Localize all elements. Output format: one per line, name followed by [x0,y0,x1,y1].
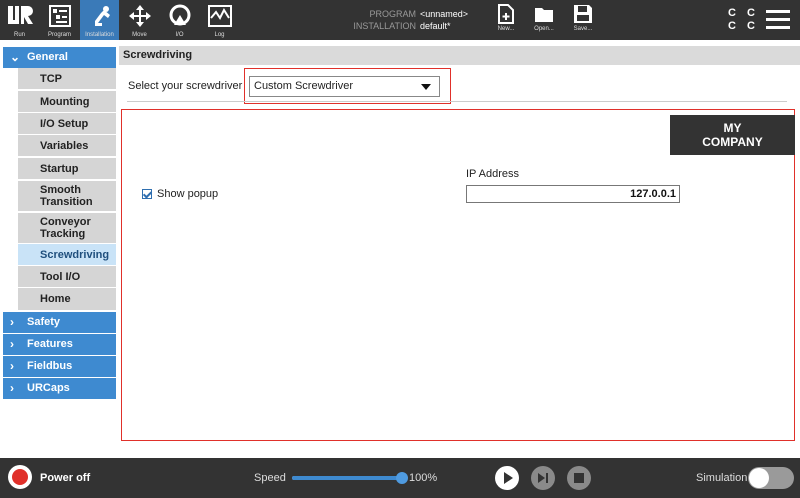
sidebar-section-label: Features [27,338,73,350]
program-key: PROGRAM [369,9,416,19]
sidebar-item-conveyor-tracking[interactable]: Conveyor Tracking [18,213,116,243]
nav-run-label: Run [13,32,25,38]
nav-io-label: I/O [175,32,184,38]
sidebar-section-urcaps[interactable]: › URCaps [3,378,116,399]
sidebar-item-label: Screwdriving [40,248,110,261]
speed-label: Speed [254,472,286,484]
sidebar-item-label: Conveyor Tracking [40,216,91,240]
sidebar-item-startup[interactable]: Startup [18,158,116,179]
io-icon [169,4,190,26]
open-button[interactable]: Open... [527,4,561,38]
save-label: Save... [573,26,593,32]
stop-button[interactable] [567,466,591,490]
top-bar: Run Program Installation Move I/O Log PR… [0,0,800,40]
nav-log-label: Log [214,32,225,38]
sidebar-item-variables[interactable]: Variables [18,135,116,156]
menu-icon[interactable] [766,10,790,30]
sidebar-section-fieldbus[interactable]: › Fieldbus [3,356,116,377]
sidebar-section-general[interactable]: ⌄ General [3,47,116,68]
nav-io-button[interactable]: I/O [160,0,199,40]
installation-name: default* [420,21,451,31]
nav-program-button[interactable]: Program [40,0,79,40]
open-label: Open... [534,26,554,32]
sidebar-item-label: I/O Setup [40,117,89,130]
sidebar-item-label: Smooth Transition [40,184,93,208]
nav-installation-button[interactable]: Installation [80,0,119,40]
sidebar-item-screwdriving[interactable]: Screwdriving [18,244,116,265]
program-icon [48,5,71,27]
sidebar-section-label: General [27,51,68,63]
speed-slider-fill [292,476,402,480]
sidebar-item-tcp[interactable]: TCP [18,68,116,89]
caret-down-icon [421,84,431,90]
sidebar: ⌄ General TCP Mounting I/O Setup Variabl… [0,45,117,455]
sidebar-item-label: Mounting [40,95,90,108]
screwdriver-select-value: Custom Screwdriver [254,80,354,92]
save-icon [574,5,592,23]
sidebar-item-label: Startup [40,162,79,175]
new-label: New... [497,26,515,32]
chevron-down-icon: ⌄ [10,50,21,64]
nav-move-label: Move [132,32,147,38]
move-icon [128,5,151,27]
log-icon [207,5,232,27]
sidebar-section-label: URCaps [27,382,70,394]
sidebar-item-label: TCP [40,72,62,85]
program-name: <unnamed> [420,9,469,19]
speed-slider[interactable] [292,472,408,484]
sidebar-item-tool-io[interactable]: Tool I/O [18,266,116,287]
installation-key: INSTALLATION [353,21,416,31]
chevron-right-icon: › [10,381,14,395]
save-button[interactable]: Save... [566,4,600,38]
screwdriver-select-label: Select your screwdriver [128,80,243,92]
speed-slider-handle[interactable] [396,472,408,484]
new-button[interactable]: New... [489,4,523,38]
ur-logo-icon [7,6,33,24]
nav-run-button[interactable]: Run [0,0,39,40]
sidebar-item-mounting[interactable]: Mounting [18,91,116,112]
program-info: PROGRAM <unnamed> INSTALLATION default* [330,8,468,32]
screwdriver-select[interactable]: Custom Screwdriver [249,76,440,97]
bottom-bar: Power off Speed 100% Simulation [0,458,800,498]
new-file-icon [498,4,514,24]
open-folder-icon [535,8,553,22]
sidebar-item-label: Variables [40,139,89,152]
sidebar-section-label: Fieldbus [27,360,73,372]
chevron-right-icon: › [10,359,14,373]
page-title: Screwdriving [119,46,800,65]
sidebar-section-features[interactable]: › Features [3,334,116,355]
play-button[interactable] [495,466,519,490]
urcap-content-area [121,109,795,441]
company-logo: MY COMPANY [670,115,795,155]
sidebar-item-label: Home [40,293,71,305]
nav-program-label: Program [47,32,71,38]
sidebar-section-label: Safety [27,316,61,328]
sidebar-item-home[interactable]: Home [18,288,116,310]
power-label[interactable]: Power off [40,472,90,484]
power-button[interactable] [8,465,32,489]
nav-log-button[interactable]: Log [200,0,239,40]
ip-address-field[interactable] [466,185,680,203]
nav-move-button[interactable]: Move [120,0,159,40]
show-popup-checkbox[interactable] [142,189,152,199]
control-mode-indicator[interactable]: C C C C [728,7,759,33]
step-button[interactable] [531,466,555,490]
nav-installation-label: Installation [85,32,114,38]
sidebar-item-smooth-transition[interactable]: Smooth Transition [18,181,116,211]
divider [127,101,787,102]
show-popup-label: Show popup [157,188,219,200]
sidebar-section-safety[interactable]: › Safety [3,312,116,333]
chevron-right-icon: › [10,337,14,351]
installation-icon [89,6,110,26]
sidebar-item-io-setup[interactable]: I/O Setup [18,113,116,134]
ip-address-label: IP Address [466,168,519,180]
chevron-right-icon: › [10,315,14,329]
speed-value: 100% [409,472,438,484]
simulation-toggle[interactable] [748,467,794,489]
simulation-label: Simulation [696,472,748,484]
sidebar-item-label: Tool I/O [40,270,81,283]
